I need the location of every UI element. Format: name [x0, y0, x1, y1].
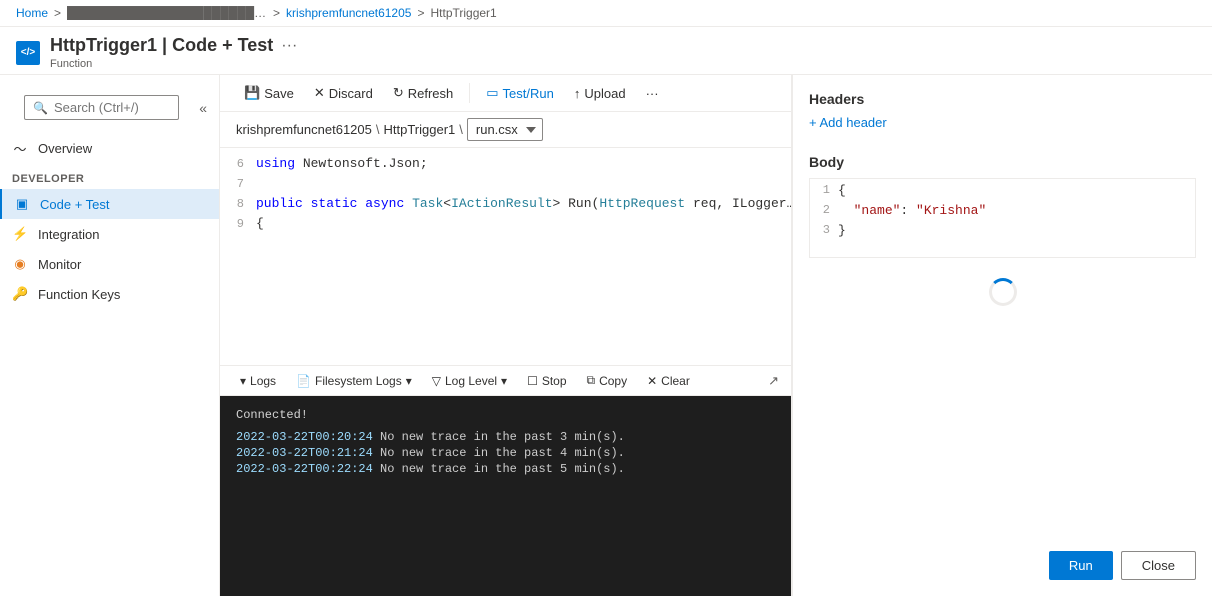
panel-footer: Run Close	[809, 535, 1196, 580]
discard-icon: ✕	[314, 85, 325, 101]
logs-button[interactable]: ▾ Logs	[232, 371, 284, 391]
log-line: 2022-03-22T00:21:24 No new trace in the …	[236, 446, 775, 460]
body-editor[interactable]: 1 { 2 "name": "Krishna" 3 }	[809, 178, 1196, 258]
close-button[interactable]: Close	[1121, 551, 1196, 580]
code-line: 8 public static async Task<IActionResult…	[220, 196, 791, 216]
title-more-button[interactable]: ···	[281, 37, 297, 55]
log-line: 2022-03-22T00:20:24 No new trace in the …	[236, 430, 775, 444]
sidebar-item-integration[interactable]: ⚡ Integration	[0, 219, 219, 249]
save-icon: 💾	[244, 85, 260, 101]
log-line: 2022-03-22T00:22:24 No new trace in the …	[236, 462, 775, 476]
refresh-button[interactable]: ↻ Refresh	[385, 81, 461, 105]
code-breadcrumb: krishpremfuncnet61205 \ HttpTrigger1 \ r…	[220, 112, 791, 148]
breadcrumb: Home > ████████████████████████████████ …	[0, 0, 1212, 27]
code-resource: krishpremfuncnet61205	[236, 122, 372, 137]
copy-icon: ⧉	[587, 373, 596, 388]
filesystem-chevron-icon: ▾	[406, 374, 412, 388]
search-input[interactable]	[54, 100, 170, 115]
chevron-down-icon: ▾	[240, 374, 246, 388]
code-line: 9 {	[220, 216, 791, 236]
title-bar: </> HttpTrigger1 | Code + Test ··· Funct…	[0, 27, 1212, 75]
search-box[interactable]: 🔍	[24, 95, 179, 120]
body-line: 1 {	[814, 183, 1191, 203]
terminal: Connected! 2022-03-22T00:20:24 No new tr…	[220, 396, 791, 596]
search-icon: 🔍	[33, 101, 48, 115]
copy-button[interactable]: ⧉ Copy	[579, 370, 636, 391]
code-line: 7	[220, 176, 791, 196]
body-title: Body	[809, 154, 1196, 170]
expand-icon[interactable]: ↗	[768, 373, 779, 389]
title-icon: </>	[16, 41, 40, 65]
sidebar-item-code-test[interactable]: ▣ Code + Test	[0, 189, 219, 219]
breadcrumb-function-app[interactable]: krishpremfuncnet61205	[286, 6, 411, 20]
file-selector[interactable]: run.csx	[467, 118, 543, 141]
integration-icon: ⚡	[12, 226, 28, 242]
upload-button[interactable]: ↑ Upload	[566, 82, 634, 105]
filesystem-logs-button[interactable]: 📄 Filesystem Logs ▾	[288, 371, 420, 391]
body-line: 2 "name": "Krishna"	[814, 203, 1191, 223]
code-function: HttpTrigger1	[383, 122, 455, 137]
body-line: 3 }	[814, 223, 1191, 243]
code-panel: 💾 Save ✕ Discard ↻ Refresh ▭ Test/Run	[220, 75, 792, 596]
overview-icon: 〜	[12, 139, 28, 158]
clear-icon: ✕	[647, 374, 657, 388]
code-line: 6 using Newtonsoft.Json;	[220, 156, 791, 176]
sidebar: 🔍 « 〜 Overview Developer ▣ Code + Test ⚡…	[0, 75, 220, 596]
logs-toolbar: ▾ Logs 📄 Filesystem Logs ▾ ▽ Log Level ▾	[220, 366, 791, 396]
stop-button[interactable]: ☐ Stop	[519, 371, 574, 391]
more-button[interactable]: ···	[638, 82, 667, 105]
breadcrumb-home[interactable]: Home	[16, 6, 48, 20]
test-run-icon: ▭	[486, 85, 498, 101]
sidebar-section-developer: Developer	[0, 165, 219, 189]
code-test-icon: ▣	[14, 196, 30, 212]
save-button[interactable]: 💾 Save	[236, 81, 302, 105]
loading-spinner-wrap	[809, 258, 1196, 326]
clear-button[interactable]: ✕ Clear	[639, 371, 698, 391]
test-run-button[interactable]: ▭ Test/Run	[478, 81, 562, 105]
refresh-icon: ↻	[393, 85, 404, 101]
breadcrumb-resource[interactable]: ████████████████████████████████	[67, 6, 267, 20]
toolbar-separator	[469, 83, 470, 103]
code-editor[interactable]: 6 using Newtonsoft.Json; 7 8 public stat…	[220, 148, 791, 365]
body-section: Body 1 { 2 "name": "Krishna" 3 }	[809, 154, 1196, 258]
sidebar-item-overview[interactable]: 〜 Overview	[0, 132, 219, 165]
loading-spinner	[989, 278, 1017, 306]
discard-button[interactable]: ✕ Discard	[306, 81, 381, 105]
upload-icon: ↑	[574, 86, 581, 101]
sidebar-item-monitor[interactable]: ◉ Monitor	[0, 249, 219, 279]
more-icon: ···	[646, 86, 659, 101]
loglevel-chevron-icon: ▾	[501, 374, 507, 388]
collapse-sidebar-button[interactable]: «	[195, 100, 211, 116]
headers-title: Headers	[809, 91, 1196, 107]
page-title: HttpTrigger1 | Code + Test	[50, 35, 273, 56]
breadcrumb-function: HttpTrigger1	[430, 6, 496, 20]
terminal-connected: Connected!	[236, 408, 775, 422]
filesystem-icon: 📄	[296, 374, 311, 388]
run-button[interactable]: Run	[1049, 551, 1113, 580]
stop-icon: ☐	[527, 374, 538, 388]
sidebar-item-function-keys[interactable]: 🔑 Function Keys	[0, 279, 219, 309]
right-panel: Headers + Add header Body 1 { 2 "name": …	[792, 75, 1212, 596]
title-subtitle: Function	[50, 58, 297, 70]
monitor-icon: ◉	[12, 256, 28, 272]
add-header-link[interactable]: + Add header	[809, 115, 1196, 130]
function-keys-icon: 🔑	[12, 286, 28, 302]
log-level-button[interactable]: ▽ Log Level ▾	[424, 371, 515, 391]
filter-icon: ▽	[432, 374, 441, 388]
toolbar: 💾 Save ✕ Discard ↻ Refresh ▭ Test/Run	[220, 75, 791, 112]
logs-panel: ▾ Logs 📄 Filesystem Logs ▾ ▽ Log Level ▾	[220, 365, 791, 596]
